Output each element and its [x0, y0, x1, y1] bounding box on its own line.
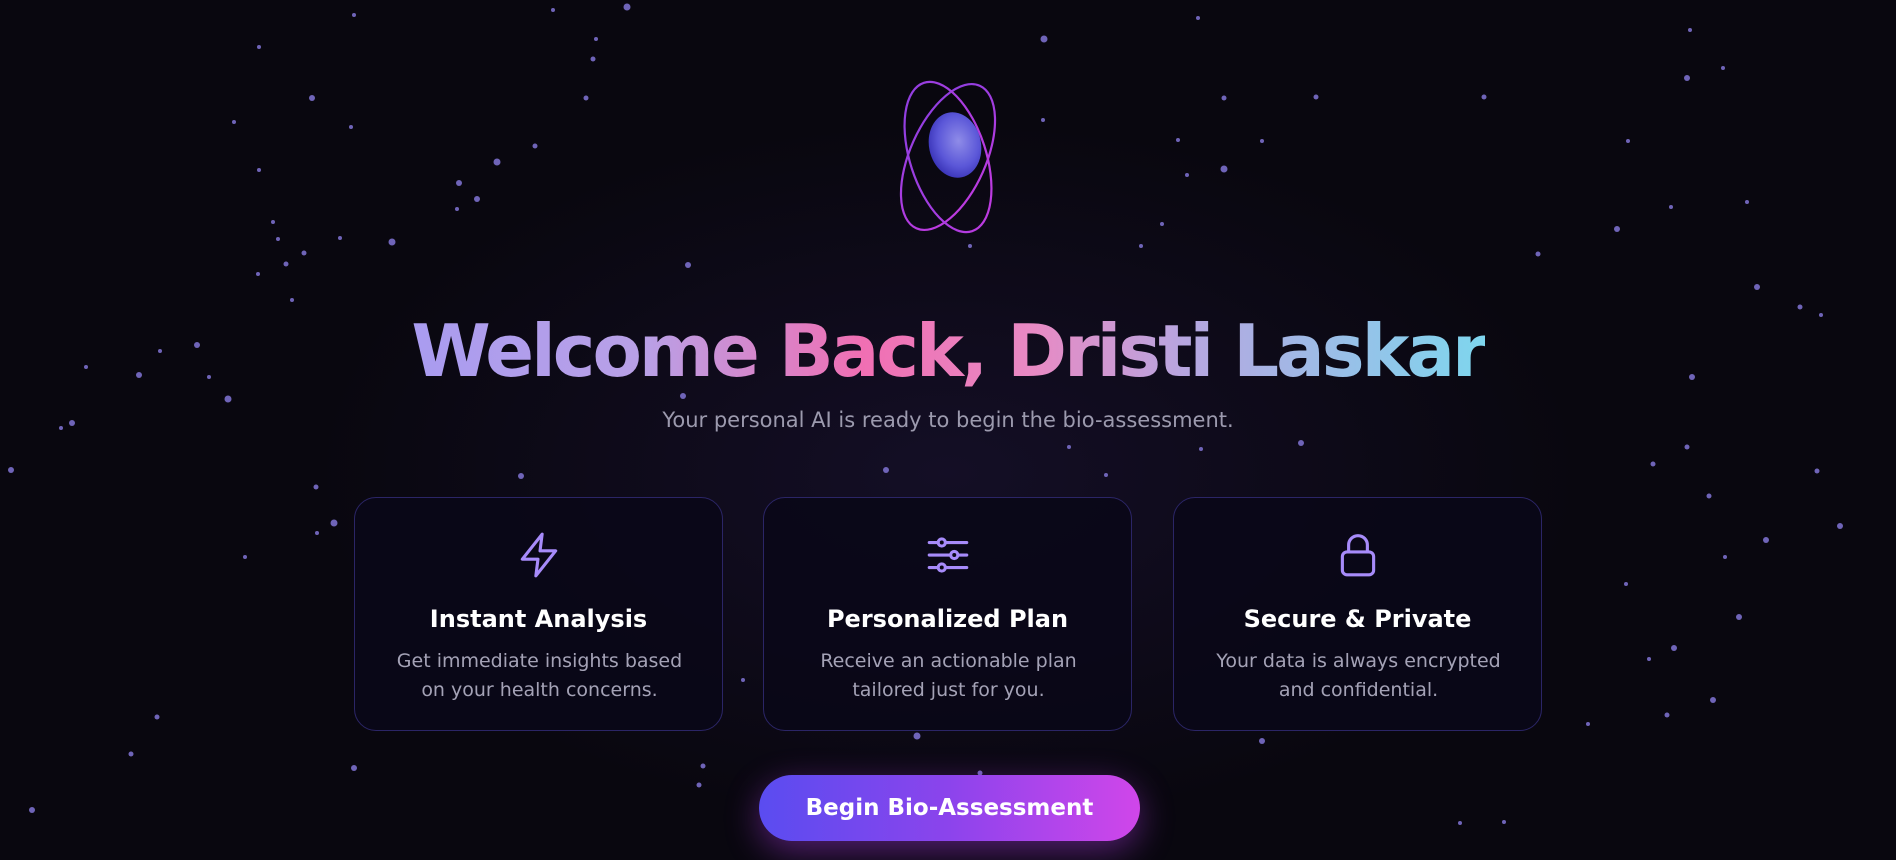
feature-card-secure-private: Secure & Private Your data is always enc… [1173, 497, 1542, 731]
feature-card-instant-analysis: Instant Analysis Get immediate insights … [354, 497, 723, 731]
feature-card-personalized-plan: Personalized Plan Receive an actionable … [763, 497, 1132, 731]
card-description: Get immediate insights based on your hea… [396, 650, 683, 701]
lock-icon [1340, 534, 1375, 577]
feature-cards: Instant Analysis Get immediate insights … [354, 497, 1545, 733]
begin-bio-assessment-button[interactable]: Begin Bio-Assessment [759, 775, 1140, 841]
lightning-icon [520, 532, 557, 578]
card-description: Receive an actionable plan tailored just… [820, 650, 1077, 701]
orbit-logo-icon [899, 80, 997, 234]
sliders-icon [927, 537, 968, 573]
subtitle-text: Your personal AI is ready to begin the b… [662, 408, 1234, 432]
card-title: Instant Analysis [429, 605, 648, 633]
card-title: Personalized Plan [826, 605, 1069, 633]
welcome-headline: Welcome Back, Dristi Laskar [411, 309, 1487, 393]
card-title: Secure & Private [1243, 605, 1472, 633]
card-description: Your data is always encrypted and confid… [1216, 650, 1501, 701]
